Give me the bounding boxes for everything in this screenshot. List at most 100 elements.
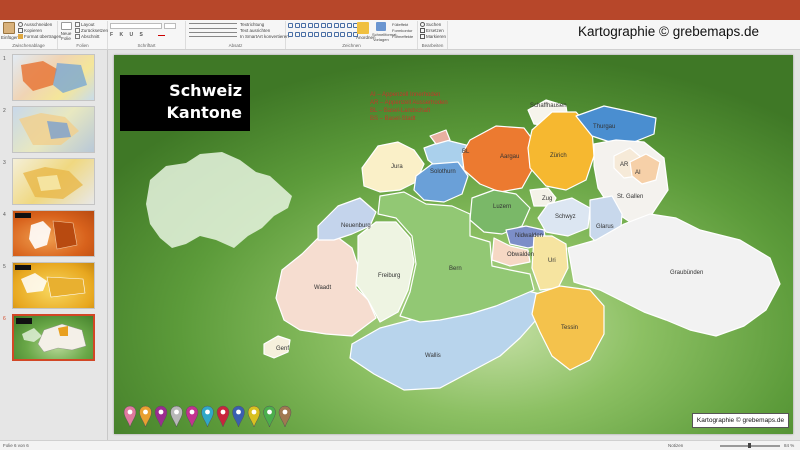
select-button[interactable]: Markieren	[420, 34, 446, 40]
canton-aargau[interactable]	[461, 125, 537, 193]
location-pin-row	[123, 405, 292, 428]
thumbnail-preview	[12, 158, 95, 205]
zoom-slider[interactable]	[720, 443, 780, 448]
new-slide-icon	[60, 22, 72, 30]
quick-styles-icon	[376, 22, 386, 31]
format-painter-button[interactable]: Format übertragen	[18, 34, 61, 40]
copy-button[interactable]: Kopieren	[18, 28, 42, 34]
arrange-button[interactable]: Anordnen	[356, 22, 376, 40]
canton-label-aargau: Aargau	[500, 154, 519, 160]
canton-label-jura: Jura	[391, 164, 403, 170]
canton-label-wallis: Wallis	[425, 353, 441, 359]
thumbnail-preview	[12, 314, 95, 361]
zoom-slider-thumb[interactable]	[748, 443, 751, 448]
slide-thumbnail-5[interactable]: 5	[0, 261, 108, 311]
canton-label-obwalden: Obwalden	[507, 252, 534, 258]
slides-group: Neue Folie Layout Zurücksetzen Abschnitt…	[58, 21, 108, 49]
section-icon	[75, 34, 80, 40]
drawing-group: Anordnen Schnellformat-vorlagen Fülleffe…	[286, 21, 418, 49]
status-bar: Folie 6 von 6 Notizen 84 %	[0, 440, 800, 450]
slide-thumbnail-1[interactable]: 1	[0, 53, 108, 103]
slide-thumbnail-4[interactable]: 4	[0, 209, 108, 259]
location-pin-icon[interactable]	[263, 405, 276, 428]
font-size-dropdown[interactable]	[164, 23, 176, 29]
cut-button[interactable]: Ausschneiden	[18, 22, 52, 28]
credit-box[interactable]: Kartographie © grebemaps.de	[692, 413, 789, 428]
switzerland-silhouette[interactable]	[146, 152, 292, 248]
slide-editing-area[interactable]: Jura BL Solothurn Aargau Zürich Schaffha…	[108, 50, 800, 440]
canton-label-schwyz: Schwyz	[555, 214, 576, 220]
replace-button[interactable]: Ersetzen	[420, 28, 444, 34]
shape-fill-button[interactable]: Fülleffekt	[392, 22, 408, 27]
location-pin-icon[interactable]	[278, 405, 292, 428]
slide-counter: Folie 6 von 6	[3, 443, 29, 448]
map-preview-icon	[23, 167, 83, 199]
search-icon	[420, 22, 425, 28]
legend-line: BS – Basel-Stadt	[370, 116, 416, 122]
brand-caption: Kartographie © grebemaps.de	[578, 24, 760, 39]
location-pin-icon[interactable]	[123, 405, 137, 428]
canton-label-st-gallen: St. Gallen	[617, 194, 643, 200]
map-preview-icon	[15, 265, 86, 298]
canton-label-ai: AI	[635, 170, 641, 176]
smartart-button[interactable]: In SmartArt konvertieren	[240, 34, 289, 39]
thumbnail-preview	[12, 106, 95, 153]
clipboard-icon	[3, 22, 15, 34]
title-bar	[0, 0, 800, 20]
slide-title-line-2: Kantone	[166, 103, 242, 122]
location-pin-icon[interactable]	[232, 405, 245, 428]
new-slide-button[interactable]: Neue Folie	[59, 22, 73, 41]
align-text-button[interactable]: Text ausrichten	[240, 28, 270, 33]
find-button[interactable]: Suchen	[420, 22, 441, 28]
text-direction-button[interactable]: Textrichtung	[240, 22, 264, 27]
slide-thumbnail-pane[interactable]: 1 2 3 4 5 6	[0, 50, 108, 440]
alignment-buttons[interactable]	[189, 32, 237, 37]
slide-thumbnail-2[interactable]: 2	[0, 105, 108, 155]
location-pin-icon[interactable]	[154, 405, 168, 428]
slide-canvas[interactable]: Jura BL Solothurn Aargau Zürich Schaffha…	[114, 55, 793, 434]
layout-icon	[75, 22, 80, 28]
legend-line: AR – Appenzell Ausserhoden	[370, 100, 448, 106]
replace-icon	[420, 28, 425, 34]
zoom-level[interactable]: 84 %	[784, 443, 794, 448]
map-preview-icon	[21, 61, 87, 93]
notes-button[interactable]: Notizen	[668, 443, 683, 448]
canton-label-thurgau: Thurgau	[593, 124, 615, 130]
abbreviation-legend[interactable]: AI – Appenzell Innerhoden AR – Appenzell…	[370, 91, 448, 123]
canton-label-luzern: Luzern	[493, 204, 511, 210]
brush-icon	[18, 34, 23, 40]
reset-button[interactable]: Zurücksetzen	[75, 28, 108, 34]
list-buttons[interactable]	[189, 23, 237, 29]
slide-thumbnail-6[interactable]: 6	[0, 313, 108, 363]
canton-label-bern: Bern	[449, 266, 462, 272]
canton-label-genf: Genf	[276, 346, 289, 352]
location-pin-icon[interactable]	[170, 405, 183, 428]
paste-button[interactable]: Einfügen	[1, 22, 19, 40]
slide-thumbnail-3[interactable]: 3	[0, 157, 108, 207]
editing-group: Suchen Ersetzen Markieren Bearbeiten	[418, 21, 448, 49]
location-pin-icon[interactable]	[139, 405, 152, 428]
location-pin-icon[interactable]	[201, 405, 214, 428]
location-pin-icon[interactable]	[247, 405, 261, 428]
canton-label-nidwalden: Nidwalden	[515, 233, 543, 239]
section-button[interactable]: Abschnitt	[75, 34, 100, 40]
shapes-gallery[interactable]	[288, 23, 358, 41]
canton-label-glarus: Glarus	[596, 224, 614, 230]
map-preview-icon	[15, 213, 78, 250]
canton-label-waadt: Waadt	[314, 285, 331, 291]
shape-effects-button[interactable]: Formeffekte	[392, 34, 413, 39]
font-format-buttons[interactable]: F K U S	[110, 32, 145, 38]
location-pin-icon[interactable]	[216, 405, 230, 428]
canton-label-zurich: Zürich	[550, 153, 567, 159]
font-color-icon[interactable]	[158, 32, 165, 36]
shape-outline-button[interactable]: Formkontur	[392, 28, 412, 33]
thumbnail-preview	[12, 54, 95, 101]
canton-label-tessin: Tessin	[561, 325, 578, 331]
canton-label-bl: BL	[462, 149, 470, 155]
font-group: F K U S Schriftart	[108, 21, 186, 49]
font-name-dropdown[interactable]	[110, 23, 162, 29]
slide-title-box[interactable]: Schweiz Kantone	[120, 75, 250, 131]
quick-styles-button[interactable]: Schnellformat-vorlagen	[372, 22, 398, 42]
location-pin-icon[interactable]	[185, 405, 199, 428]
layout-button[interactable]: Layout	[75, 22, 95, 28]
